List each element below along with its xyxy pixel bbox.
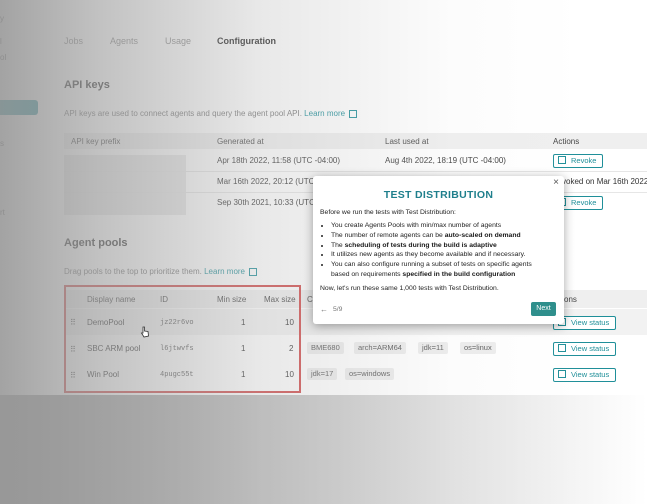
requirement-chip: os=windows	[345, 368, 395, 380]
masked-key-prefixes	[64, 155, 186, 215]
external-link-icon	[249, 267, 258, 276]
external-link-icon	[349, 109, 358, 118]
revoke-label: Revoke	[571, 198, 597, 207]
external-link-icon	[558, 370, 566, 378]
tab-configuration[interactable]: Configuration	[217, 36, 276, 46]
view-status-label: View status	[571, 370, 610, 379]
column-header: Last used at	[385, 137, 429, 146]
requirement-chip: jdk=17	[307, 368, 338, 380]
view-status-button[interactable]: View status	[553, 368, 617, 382]
row-divider	[64, 171, 647, 172]
tab-usage[interactable]: Usage	[165, 36, 191, 46]
api-keys-learn-more-link[interactable]: Learn more	[304, 109, 345, 118]
generated-at-cell: Apr 18th 2022, 11:58 (UTC -04:00)	[217, 156, 341, 165]
view-status-label: View status	[571, 344, 610, 353]
agent-pools-learn-more-link[interactable]: Learn more	[204, 267, 245, 276]
page: y l ol s rt Jobs Agents Usage Configurat…	[0, 0, 647, 504]
list-item: The scheduling of tests during the build…	[331, 241, 571, 251]
list-item: It utilizes new agents as they become av…	[331, 250, 571, 260]
bullet-bold-text: scheduling of tests during the build is …	[344, 241, 497, 249]
list-item: You can also configure running a subset …	[331, 260, 571, 280]
popover-intro: Before we run the tests with Test Distri…	[320, 209, 456, 216]
back-arrow-icon[interactable]: ←	[320, 305, 328, 314]
api-keys-title: API keys	[64, 79, 110, 91]
column-header: Actions	[553, 137, 580, 146]
revoked-status: voked on Mar 16th 2022	[562, 177, 647, 186]
highlight-box	[64, 285, 301, 393]
revoke-label: Revoke	[571, 156, 597, 165]
next-button[interactable]: Next	[531, 302, 556, 316]
column-header: API key prefix	[71, 137, 121, 146]
revoke-button[interactable]: Revoke	[553, 154, 604, 168]
api-keys-description-text: API keys are used to connect agents and …	[64, 109, 302, 118]
bullet-bold-text: auto-scaled on demand	[444, 231, 521, 239]
last-used-cell: Aug 4th 2022, 18:19 (UTC -04:00)	[385, 156, 506, 165]
popover-bullets: You create Agents Pools with min/max num…	[320, 221, 571, 280]
generated-at-cell: Sep 30th 2021, 10:33 (UTC	[217, 198, 315, 207]
requirement-chip: BME680	[307, 342, 344, 354]
sidebar-fragment: ol	[0, 53, 7, 62]
sidebar-fragment: s	[0, 139, 4, 148]
popover-outro: Now, let's run these same 1,000 tests wi…	[320, 285, 499, 292]
sidebar-fragment: y	[0, 14, 4, 23]
agent-pools-description-text: Drag pools to the top to prioritize them…	[64, 267, 202, 276]
agent-pools-title: Agent pools	[64, 237, 128, 249]
bullet-bold-text: specified in the build configuration	[402, 270, 516, 278]
api-keys-table-header: API key prefix Generated at Last used at…	[64, 133, 647, 149]
sidebar-fragment: rt	[0, 208, 5, 217]
hand-cursor-icon	[140, 326, 149, 338]
requirement-chip: arch=ARM64	[354, 342, 406, 354]
trash-icon	[558, 156, 566, 164]
bullet-text: The	[331, 241, 345, 249]
sidebar-fragment: l	[0, 37, 2, 46]
external-link-icon	[558, 344, 566, 352]
close-icon[interactable]: ×	[553, 177, 559, 188]
requirement-chip: jdk=11	[418, 342, 448, 354]
list-item: The number of remote agents can be auto-…	[331, 231, 571, 241]
column-header: Generated at	[217, 137, 264, 146]
bullet-text: The number of remote agents can be	[331, 231, 445, 239]
agent-pools-description: Drag pools to the top to prioritize them…	[64, 267, 258, 276]
generated-at-cell: Mar 16th 2022, 20:12 (UTC	[217, 177, 315, 186]
sidebar-item-active[interactable]	[0, 100, 38, 115]
requirement-chip: os=linux	[460, 342, 496, 354]
tab-jobs[interactable]: Jobs	[64, 36, 83, 46]
list-item: You create Agents Pools with min/max num…	[331, 221, 571, 231]
step-counter: 5/9	[333, 306, 343, 313]
view-status-label: View status	[571, 318, 610, 327]
api-keys-description: API keys are used to connect agents and …	[64, 109, 358, 118]
column-header: C	[307, 295, 313, 304]
bullet-text: You can also configure running a subset …	[331, 261, 532, 269]
test-distribution-popover: × TEST DISTRIBUTION Before we run the te…	[313, 176, 564, 324]
bullet-text: based on requirements	[331, 270, 403, 278]
tab-agents[interactable]: Agents	[110, 36, 138, 46]
popover-title: TEST DISTRIBUTION	[383, 189, 494, 201]
view-status-button[interactable]: View status	[553, 342, 617, 356]
dim-overlay-bottom	[0, 395, 647, 504]
